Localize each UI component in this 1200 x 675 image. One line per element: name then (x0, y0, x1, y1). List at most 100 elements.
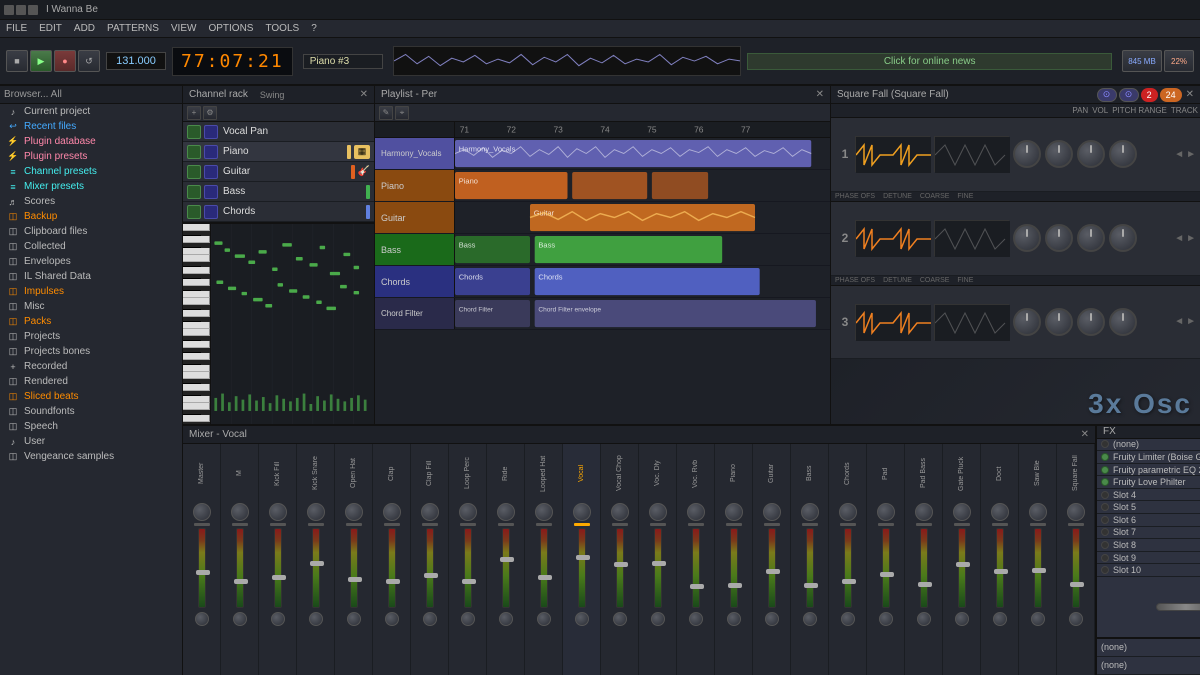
mixer-pan-4[interactable] (345, 503, 363, 521)
mixer-pan-2[interactable] (269, 503, 287, 521)
osc-wave-alt-3[interactable] (934, 304, 1009, 340)
mixer-vol-knob-0[interactable] (195, 612, 209, 626)
mixer-fader-thumb-21[interactable] (994, 569, 1008, 574)
piano-black-key[interactable] (183, 305, 201, 310)
mixer-track-11[interactable]: Vocal Chop (601, 444, 639, 675)
piano-white-key[interactable] (183, 267, 210, 274)
fx-slot-4[interactable]: Slot 4 (1097, 489, 1200, 502)
mixer-vol-knob-14[interactable] (727, 612, 741, 626)
mixer-pan-0[interactable] (193, 503, 211, 521)
mixer-fader-thumb-0[interactable] (196, 570, 210, 575)
mixer-pan-7[interactable] (459, 503, 477, 521)
track-content-piano[interactable]: Piano (455, 170, 830, 201)
mixer-pan-15[interactable] (763, 503, 781, 521)
osc-close[interactable]: ✕ (1186, 89, 1194, 100)
track-label-chord-filter[interactable]: Chord Filter (375, 298, 455, 329)
mixer-track-16[interactable]: Bass (791, 444, 829, 675)
pan-knob-header[interactable]: ⊙ (1097, 88, 1117, 102)
sidebar-item-backup[interactable]: ◫Backup (0, 209, 182, 224)
mixer-send-17[interactable] (840, 523, 856, 526)
fx-slot-9[interactable]: Slot 9 (1097, 552, 1200, 565)
mixer-send-2[interactable] (270, 523, 286, 526)
channel-row-chords[interactable]: Chords (183, 202, 374, 222)
piano-white-key[interactable] (183, 403, 210, 410)
mixer-fader-thumb-2[interactable] (272, 575, 286, 580)
fx-bottom-slot-2[interactable]: (none) (1097, 657, 1200, 675)
mixer-vol-knob-4[interactable] (347, 612, 361, 626)
ch-green-btn-bass[interactable] (187, 185, 201, 199)
mixer-track-1[interactable]: M (221, 444, 259, 675)
mixer-send-4[interactable] (346, 523, 362, 526)
mixer-fader-thumb-9[interactable] (538, 575, 552, 580)
ch-blue-btn-chords[interactable] (204, 205, 218, 219)
menu-view[interactable]: VIEW (169, 23, 199, 34)
ch-blue-btn-bass[interactable] (204, 185, 218, 199)
channel-row-piano[interactable]: Piano ▦ (183, 142, 374, 162)
fx-slot-none-top[interactable]: (none) (1097, 439, 1200, 452)
sidebar-item-collected[interactable]: ◫Collected (0, 239, 182, 254)
play-button[interactable]: ▶ (30, 50, 52, 72)
mixer-pan-23[interactable] (1067, 503, 1085, 521)
mixer-send-13[interactable] (688, 523, 704, 526)
mixer-track-5[interactable]: Clap (373, 444, 411, 675)
osc-knob-2-3[interactable] (1077, 224, 1105, 252)
mixer-vol-knob-5[interactable] (385, 612, 399, 626)
ch-blue-btn-piano[interactable] (204, 145, 218, 159)
stop-button[interactable]: ■ (6, 50, 28, 72)
mixer-pan-21[interactable] (991, 503, 1009, 521)
menu-file[interactable]: FILE (4, 23, 29, 34)
fx-slot-3[interactable]: Fruity Love Philter ▶ (1097, 476, 1200, 489)
mixer-track-12[interactable]: Voc. Dly (639, 444, 677, 675)
mixer-fader-thumb-14[interactable] (728, 583, 742, 588)
mixer-pan-14[interactable] (725, 503, 743, 521)
mixer-track-13[interactable]: Voc. Rvb (677, 444, 715, 675)
osc-knob-1-1[interactable] (1013, 140, 1041, 168)
mixer-vol-knob-13[interactable] (689, 612, 703, 626)
mixer-vol-knob-23[interactable] (1069, 612, 1083, 626)
mixer-track-14[interactable]: Piano (715, 444, 753, 675)
sidebar-item-rendered[interactable]: ◫Rendered (0, 374, 182, 389)
sidebar-item-clipboard-files[interactable]: ◫Clipboard files (0, 224, 182, 239)
osc-knob-2-4[interactable] (1109, 224, 1137, 252)
channel-row-vocalpan[interactable]: Vocal Pan (183, 122, 374, 142)
fx-slot-2[interactable]: Fruity parametric EQ 2 ▶ (1097, 464, 1200, 477)
ch-green-btn-piano[interactable] (187, 145, 201, 159)
osc-knob-1-3[interactable] (1077, 140, 1105, 168)
mixer-vol-knob-17[interactable] (841, 612, 855, 626)
mixer-send-22[interactable] (1030, 523, 1046, 526)
mixer-fader-thumb-19[interactable] (918, 582, 932, 587)
piano-white-key[interactable] (183, 224, 210, 231)
track-label-piano[interactable]: Piano (375, 170, 455, 201)
piano-white-key[interactable] (183, 322, 210, 329)
piano-white-key[interactable] (183, 236, 210, 243)
osc-wave-3[interactable] (855, 304, 930, 340)
fx-slot-7[interactable]: Slot 7 (1097, 527, 1200, 540)
close-button[interactable] (28, 5, 38, 15)
note-grid[interactable] (211, 224, 374, 424)
mixer-send-14[interactable] (726, 523, 742, 526)
mixer-vol-knob-1[interactable] (233, 612, 247, 626)
mixer-send-23[interactable] (1068, 523, 1084, 526)
fx-slot-8[interactable]: Slot 8 (1097, 539, 1200, 552)
mixer-vol-knob-15[interactable] (765, 612, 779, 626)
mixer-pan-6[interactable] (421, 503, 439, 521)
channel-row-guitar[interactable]: Guitar 🎸 (183, 162, 374, 182)
piano-black-key[interactable] (183, 317, 201, 322)
mixer-send-3[interactable] (308, 523, 324, 526)
record-button[interactable]: ● (54, 50, 76, 72)
track-content-guitar[interactable]: Guitar (455, 202, 830, 233)
track-label-bass[interactable]: Bass (375, 234, 455, 265)
minimize-button[interactable] (4, 5, 14, 15)
mixer-pan-10[interactable] (573, 503, 591, 521)
mixer-send-1[interactable] (232, 523, 248, 526)
piano-white-key[interactable] (183, 329, 210, 336)
mixer-fader-thumb-17[interactable] (842, 579, 856, 584)
playlist-close[interactable]: ✕ (816, 89, 824, 100)
mixer-vol-knob-6[interactable] (423, 612, 437, 626)
mixer-fader-thumb-6[interactable] (424, 573, 438, 578)
osc-knob-3-3[interactable] (1077, 308, 1105, 336)
ch-blue-btn-guitar[interactable] (204, 165, 218, 179)
mixer-pan-18[interactable] (877, 503, 895, 521)
mixer-fader-thumb-12[interactable] (652, 561, 666, 566)
menu-add[interactable]: ADD (72, 23, 97, 34)
